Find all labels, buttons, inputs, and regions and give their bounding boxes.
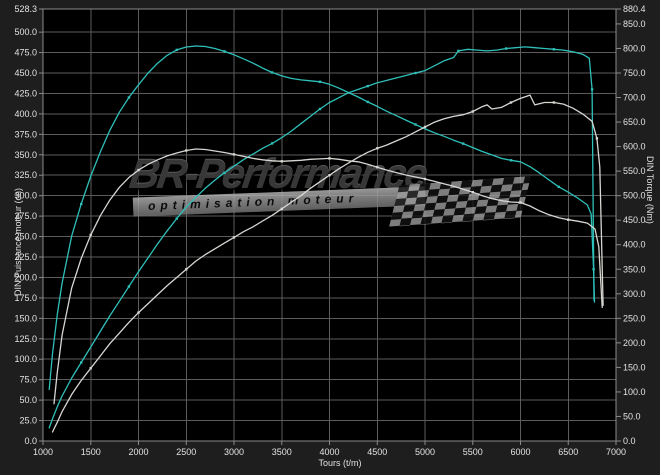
svg-text:6500: 6500 [558,447,578,457]
svg-text:150.0: 150.0 [623,362,646,372]
svg-text:3500: 3500 [272,447,292,457]
checkered-flag-decoration [389,176,531,227]
svg-text:125.0: 125.0 [14,334,37,344]
svg-text:350.0: 350.0 [623,264,646,274]
svg-text:100.0: 100.0 [623,387,646,397]
svg-text:325.0: 325.0 [14,170,37,180]
svg-text:6000: 6000 [510,447,530,457]
svg-text:600.0: 600.0 [623,142,646,152]
svg-text:250.0: 250.0 [623,313,646,323]
svg-text:25.0: 25.0 [19,416,37,426]
svg-text:375.0: 375.0 [14,129,37,139]
svg-text:100.0: 100.0 [14,354,37,364]
svg-text:850.0: 850.0 [623,19,646,29]
svg-text:1500: 1500 [81,447,101,457]
svg-text:880.4: 880.4 [623,4,646,14]
svg-text:350.0: 350.0 [14,150,37,160]
svg-text:500.0: 500.0 [14,27,37,37]
y-left-axis-title: DIN Puissance moteur (ch) [13,188,23,296]
y-right-axis-title: DIN Torque (Nm) [645,156,655,224]
svg-text:0.0: 0.0 [24,436,37,446]
svg-text:400.0: 400.0 [14,109,37,119]
svg-text:700.0: 700.0 [623,93,646,103]
dyno-curves-layer [0,0,660,475]
svg-text:2500: 2500 [176,447,196,457]
svg-text:50.0: 50.0 [623,412,641,422]
svg-text:650.0: 650.0 [623,117,646,127]
svg-text:425.0: 425.0 [14,89,37,99]
svg-text:4500: 4500 [367,447,387,457]
svg-text:200.0: 200.0 [623,338,646,348]
svg-text:400.0: 400.0 [623,240,646,250]
svg-text:7000: 7000 [606,447,626,457]
svg-text:2000: 2000 [128,447,148,457]
svg-text:1000: 1000 [33,447,53,457]
svg-text:5000: 5000 [415,447,435,457]
svg-text:50.0: 50.0 [19,395,37,405]
svg-text:150.0: 150.0 [14,313,37,323]
svg-text:550.0: 550.0 [623,166,646,176]
svg-text:0.0: 0.0 [623,436,636,446]
svg-text:3000: 3000 [224,447,244,457]
svg-text:300.0: 300.0 [623,289,646,299]
svg-text:750.0: 750.0 [623,68,646,78]
svg-text:75.0: 75.0 [19,375,37,385]
svg-text:450.0: 450.0 [623,215,646,225]
svg-text:450.0: 450.0 [14,68,37,78]
dyno-chart-window: 0.025.050.075.0100.0125.0150.0175.0200.0… [0,0,660,475]
svg-text:500.0: 500.0 [623,191,646,201]
plot-grid-layer: 0.025.050.075.0100.0125.0150.0175.0200.0… [0,0,660,475]
x-axis-title: Tours (t/m) [250,458,430,468]
svg-text:475.0: 475.0 [14,48,37,58]
svg-text:800.0: 800.0 [623,44,646,54]
svg-text:528.3: 528.3 [14,4,37,14]
svg-text:5500: 5500 [463,447,483,457]
svg-text:4000: 4000 [319,447,339,457]
